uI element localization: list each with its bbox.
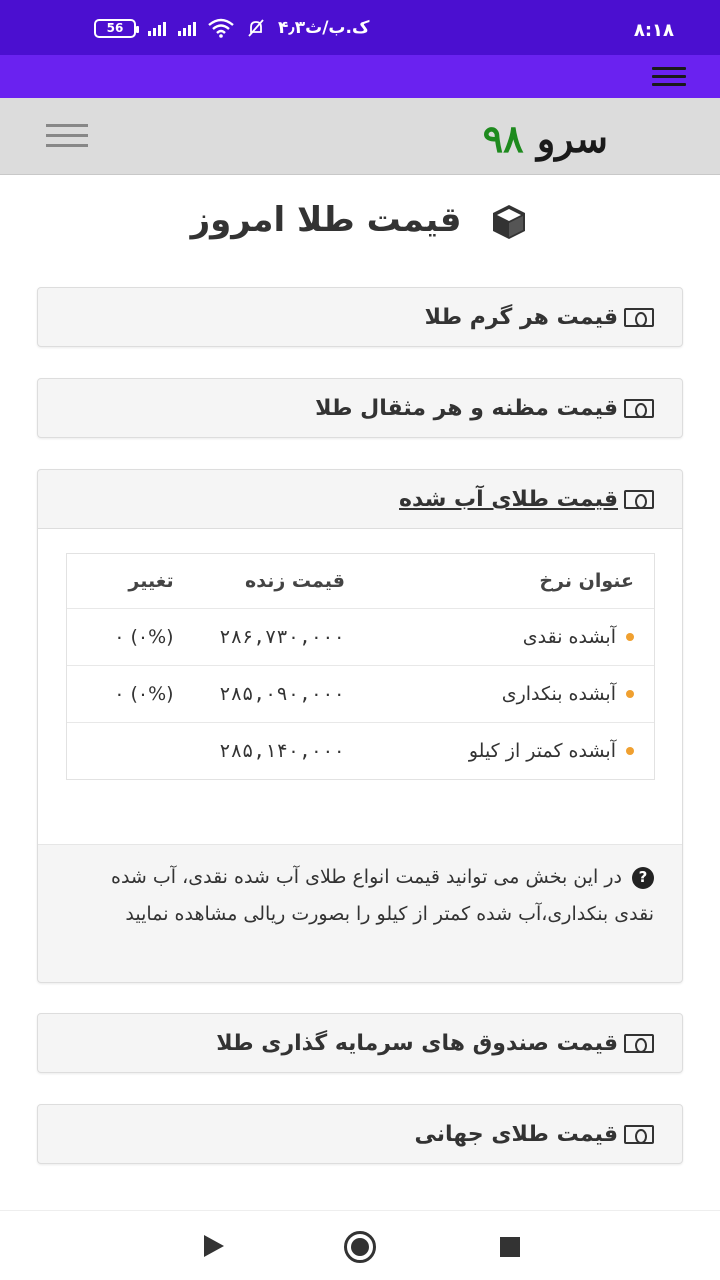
site-logo[interactable]: سرو ۹۸ [483,116,608,161]
battery-icon: 56 [94,18,139,38]
money-icon [624,398,654,418]
panel-gram-price[interactable]: قیمت هر گرم طلا [37,287,683,347]
header-title: عنوان نرخ [539,570,634,592]
panel-body: عنوان نرخ قیمت زنده تغییر آبشده نقدی ۲۸۶… [38,528,682,951]
change-value: (۰%) ۰ [114,683,174,705]
rate-table: عنوان نرخ قیمت زنده تغییر آبشده نقدی ۲۸۶… [66,553,655,780]
panel-header[interactable]: قیمت مظنه و هر مثقال طلا [38,379,682,437]
price-value: ۲۸۶,۷۳۰,۰۰۰ [219,626,345,648]
home-icon[interactable] [344,1231,376,1263]
change-value: (۰%) ۰ [114,626,174,648]
table-header: عنوان نرخ قیمت زنده تغییر [67,554,654,608]
panel-header[interactable]: قیمت طلای آب شده [38,470,682,528]
app-bar [0,55,720,98]
signal-icon-2 [178,20,196,36]
panel-world-gold[interactable]: قیمت طلای جهانی [37,1104,683,1164]
panel-header[interactable]: قیمت طلای جهانی [38,1105,682,1163]
site-header: سرو ۹۸ [0,98,720,175]
bell-off-icon [248,19,264,37]
panel-melted-gold: قیمت طلای آب شده عنوان نرخ قیمت زنده تغی… [37,469,683,983]
panel-mesghal-price[interactable]: قیمت مظنه و هر مثقال طلا [37,378,683,438]
app-menu-icon[interactable] [652,67,686,87]
money-icon [624,489,654,509]
header-change: تغییر [128,570,174,592]
money-icon [624,307,654,327]
table-row: آبشده بنکداری ۲۸۵,۰۹۰,۰۰۰ (۰%) ۰ [67,665,654,722]
bullet-icon [626,633,634,641]
clock: ۸:۱۸ [633,20,674,41]
money-icon [624,1033,654,1053]
network-speed: ۴٫۳ک.ب/ث [278,18,370,38]
navigation-bar [0,1210,720,1280]
wifi-icon [208,18,234,38]
status-icons: 56 ۴٫۳ک.ب/ث [94,18,369,38]
bullet-icon [626,747,634,755]
hamburger-menu-icon[interactable] [46,124,88,148]
price-value: ۲۸۵,۰۹۰,۰۰۰ [219,683,345,705]
table-row: آبشده کمتر از کیلو ۲۸۵,۱۴۰,۰۰۰ [67,722,654,779]
panel-header[interactable]: قیمت صندوق های سرمایه گذاری طلا [38,1014,682,1072]
cube-icon [493,204,526,239]
page-title: قیمت طلا امروز [0,200,720,242]
signal-icon [148,20,166,36]
panel-header[interactable]: قیمت هر گرم طلا [38,288,682,346]
recent-apps-icon[interactable] [500,1237,520,1257]
price-value: ۲۸۵,۱۴۰,۰۰۰ [219,740,345,762]
bullet-icon [626,690,634,698]
status-bar: 56 ۴٫۳ک.ب/ث ۸:۱۸ [0,0,720,55]
table-row: آبشده نقدی ۲۸۶,۷۳۰,۰۰۰ (۰%) ۰ [67,608,654,665]
header-price: قیمت زنده [245,570,345,592]
info-text: در این بخش می توانید قیمت انواع طلای آب … [111,866,654,925]
back-icon[interactable] [204,1235,224,1257]
question-circle-icon: ? [632,866,654,889]
money-icon [624,1124,654,1144]
panel-gold-funds[interactable]: قیمت صندوق های سرمایه گذاری طلا [37,1013,683,1073]
info-box: ?در این بخش می توانید قیمت انواع طلای آب… [38,844,682,951]
